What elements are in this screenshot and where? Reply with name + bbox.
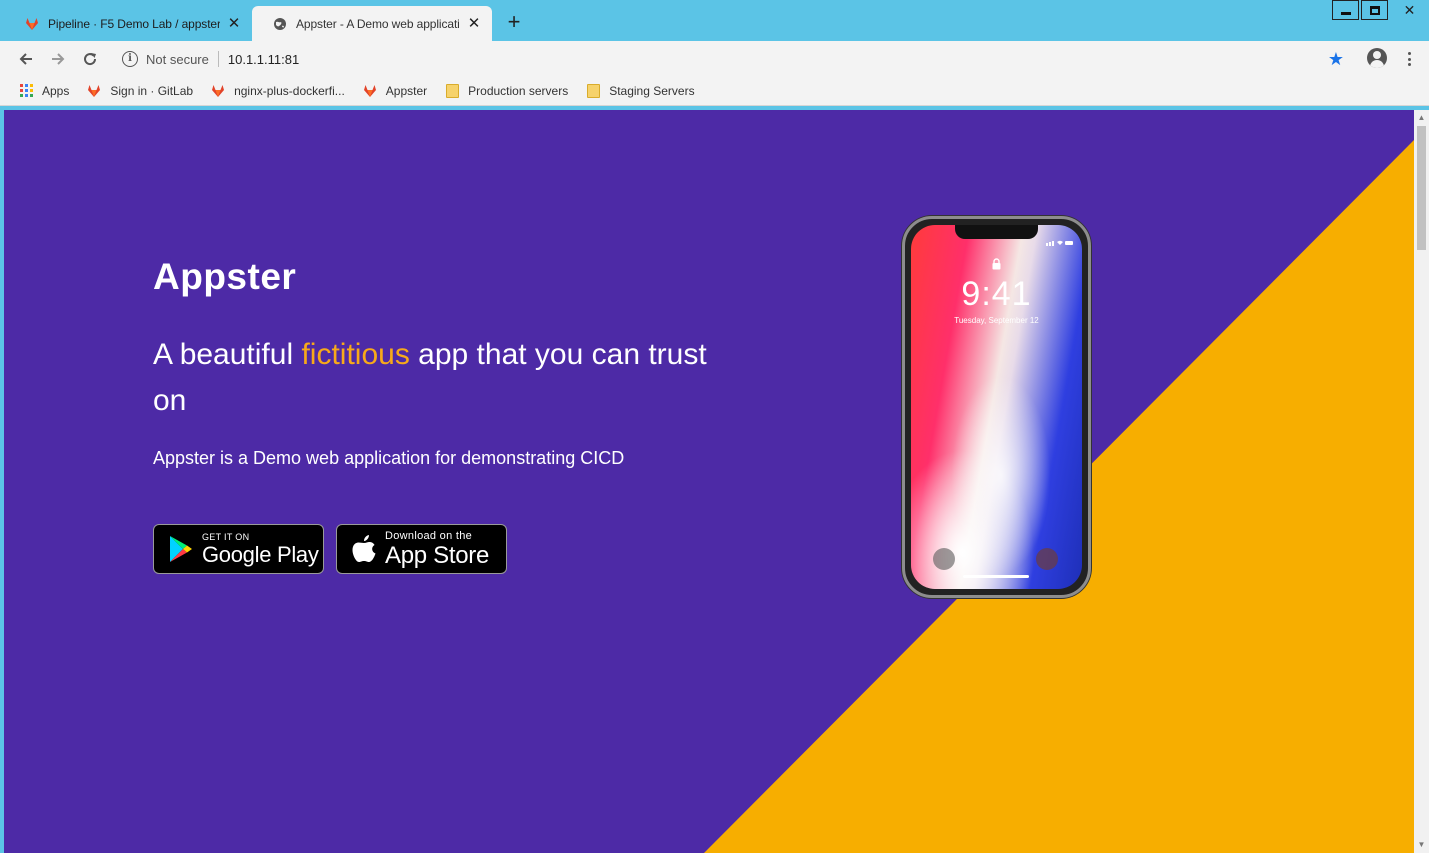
bookmark-label: Apps (42, 83, 70, 98)
lock-icon (992, 258, 1001, 270)
google-play-button[interactable]: GET IT ON Google Play (153, 524, 324, 574)
google-play-small-text: GET IT ON (202, 531, 250, 542)
maximize-icon (1369, 5, 1380, 15)
globe-icon (272, 16, 288, 32)
back-arrow-icon (19, 53, 32, 65)
tab-title: Appster - A Demo web applicatio (296, 16, 460, 31)
bookmark-gitlab-signin[interactable]: Sign in · GitLab (86, 83, 193, 99)
reload-icon (84, 53, 97, 66)
lockscreen-time: 9:41 (961, 275, 1032, 313)
scroll-up-icon[interactable]: ▲ (1417, 114, 1426, 122)
gitlab-fox-icon (362, 83, 378, 99)
close-window-button[interactable]: ✕ (1390, 0, 1429, 20)
headline-text: A beautiful (153, 338, 302, 371)
bookmark-apps[interactable]: Apps (18, 83, 69, 99)
page-viewport: Appster A beautiful fictitious app that … (4, 110, 1414, 853)
address-separator (217, 51, 219, 67)
apple-icon (349, 534, 379, 564)
maximize-window-button[interactable] (1361, 0, 1388, 20)
gitlab-fox-icon (24, 16, 40, 32)
back-button[interactable] (15, 48, 37, 70)
app-store-button[interactable]: Download on the App Store (336, 524, 507, 574)
hero-tagline: Appster is a Demo web application for de… (153, 448, 625, 468)
scroll-down-icon[interactable]: ▼ (1417, 841, 1426, 849)
menu-kebab-icon[interactable] (1403, 50, 1415, 68)
tab-pipeline[interactable]: Pipeline · F5 Demo Lab / appster ✕ (4, 6, 252, 41)
google-play-big-text: Google Play (202, 541, 319, 567)
forward-button[interactable] (47, 48, 69, 70)
bookmark-star-icon[interactable]: ★ (1327, 50, 1345, 68)
lockscreen-date: Tuesday, September 12 (954, 316, 1039, 325)
flashlight-icon (933, 548, 955, 570)
reload-button[interactable] (79, 48, 101, 70)
folder-icon (585, 83, 601, 99)
bookmark-label: Appster (385, 83, 428, 98)
home-indicator (963, 575, 1029, 578)
camera-icon (1036, 548, 1058, 570)
folder-icon (444, 83, 460, 99)
phone-notch (955, 225, 1038, 239)
tab-appster[interactable]: Appster - A Demo web applicatio ✕ (252, 6, 492, 41)
tab-title: Pipeline · F5 Demo Lab / appster (48, 16, 220, 31)
google-play-icon (166, 534, 196, 564)
profile-avatar-icon[interactable] (1367, 48, 1387, 68)
close-tab-icon[interactable]: ✕ (466, 15, 482, 32)
diagonal-background-shape (704, 140, 1414, 853)
bookmark-staging-servers[interactable]: Staging Servers (585, 83, 695, 99)
gitlab-fox-icon (210, 83, 226, 99)
apps-grid-icon (18, 83, 34, 99)
app-store-small-text: Download on the (385, 529, 473, 542)
brand-title: Appster (153, 256, 297, 297)
page-scrollbar[interactable]: ▲ ▼ (1414, 110, 1429, 853)
bookmark-label: Staging Servers (609, 83, 695, 98)
close-tab-icon[interactable]: ✕ (226, 15, 242, 32)
bookmark-nginx-plus[interactable]: nginx-plus-dockerfi... (210, 83, 345, 99)
hero-headline: A beautiful fictitious app that you can … (153, 332, 713, 424)
minimize-window-button[interactable] (1332, 0, 1359, 20)
bookmark-label: nginx-plus-dockerfi... (234, 83, 345, 98)
forward-arrow-icon (52, 53, 65, 65)
app-store-big-text: App Store (385, 541, 490, 569)
bookmark-label: Production servers (468, 83, 569, 98)
minimize-icon (1340, 11, 1351, 15)
url-text: 10.1.1.11:81 (227, 51, 300, 67)
bookmark-appster[interactable]: Appster (362, 83, 427, 99)
address-bar[interactable]: i Not secure 10.1.1.11:81 (113, 45, 1357, 73)
new-tab-button[interactable]: + (503, 11, 525, 33)
info-icon[interactable]: i (122, 51, 138, 67)
status-bar-icons (1046, 240, 1073, 246)
bookmarks-bar: Apps Sign in · GitLab nginx-plus-dockerf… (0, 76, 1429, 106)
browser-toolbar: i Not secure 10.1.1.11:81 ★ (0, 41, 1429, 76)
headline-accent: fictitious (301, 338, 410, 371)
scrollbar-thumb[interactable] (1417, 126, 1426, 250)
phone-screen: 9:41 Tuesday, September 12 (911, 225, 1082, 589)
gitlab-fox-icon (86, 83, 102, 99)
tab-strip: Pipeline · F5 Demo Lab / appster ✕ Appst… (0, 0, 1429, 41)
phone-mockup: 9:41 Tuesday, September 12 (902, 216, 1091, 598)
bookmark-label: Sign in · GitLab (110, 83, 194, 98)
security-label: Not secure (146, 51, 209, 67)
bookmark-production-servers[interactable]: Production servers (444, 83, 568, 99)
